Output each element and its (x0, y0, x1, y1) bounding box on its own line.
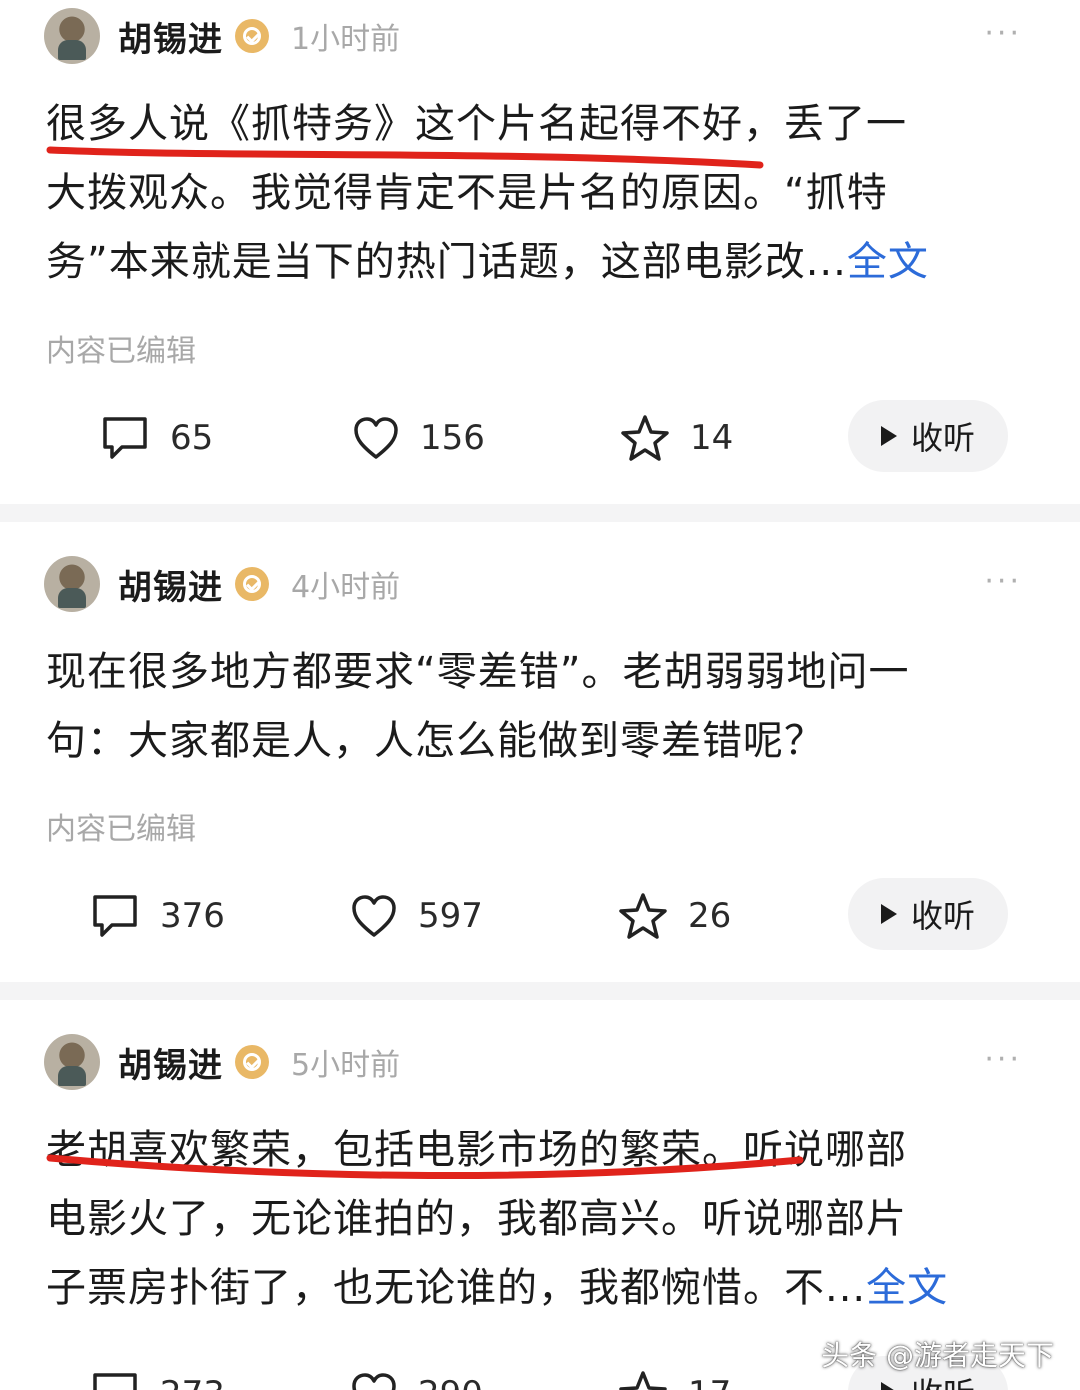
content-line: 电影火了，无论谁拍的，我都高兴。听说哪部片 (46, 1196, 907, 1242)
full-text-link[interactable]: 全文 (847, 239, 929, 285)
edited-label: 内容已编辑 (46, 812, 196, 847)
content-line: 务”本来就是当下的热门话题，这部电影改...全文 (46, 239, 929, 285)
comment-count: 273 (160, 1374, 225, 1390)
edited-label: 内容已编辑 (46, 334, 196, 369)
play-icon (880, 1382, 897, 1390)
verified-badge-icon (235, 19, 269, 53)
post-time: 5小时前 (291, 1048, 401, 1083)
star-icon (621, 415, 669, 461)
like-count: 290 (418, 1374, 483, 1390)
post-separator (0, 982, 1080, 1000)
content-line: 现在很多地方都要求“零差错”。老胡弱弱地问一 (46, 649, 910, 695)
favorite-count: 14 (690, 418, 734, 458)
post-content[interactable]: 现在很多地方都要求“零差错”。老胡弱弱地问一 句：大家都是人，人怎么能做到零差错… (46, 638, 1046, 776)
content-line: 大拨观众。我觉得肯定不是片名的原因。“抓特 (46, 170, 888, 216)
post-card-1: 胡锡进 1小时前 ··· 很多人说《抓特务》这个片名起得不好，丢了一 大拨观众。… (0, 0, 1080, 506)
post-content[interactable]: 老胡喜欢繁荣，包括电影市场的繁荣。听说哪部 电影火了，无论谁拍的，我都高兴。听说… (46, 1116, 1046, 1323)
heart-icon (352, 895, 396, 937)
star-icon (619, 1371, 667, 1390)
post-header: 胡锡进 1小时前 (44, 0, 400, 72)
post-card-2: 胡锡进 4小时前 ··· 现在很多地方都要求“零差错”。老胡弱弱地问一 句：大家… (0, 548, 1080, 984)
star-icon (619, 893, 667, 939)
avatar[interactable] (44, 556, 100, 612)
post-header: 胡锡进 5小时前 (44, 1026, 400, 1098)
listen-label: 收听 (910, 419, 975, 457)
author-name[interactable]: 胡锡进 (118, 1038, 223, 1087)
comment-button[interactable]: 273 (90, 1356, 225, 1390)
like-button[interactable]: 597 (350, 878, 483, 954)
like-button[interactable]: 156 (352, 400, 485, 476)
like-count: 597 (418, 896, 483, 936)
avatar[interactable] (44, 8, 100, 64)
author-name[interactable]: 胡锡进 (118, 560, 223, 609)
comment-icon (93, 895, 137, 937)
content-line: 子票房扑街了，也无论谁的，我都惋惜。不...全文 (46, 1265, 949, 1311)
action-bar: 376 597 26 收听 (0, 878, 1080, 954)
avatar[interactable] (44, 1034, 100, 1090)
play-icon (880, 904, 897, 924)
comment-icon (93, 1373, 137, 1390)
more-options-icon[interactable]: ··· (984, 16, 1022, 51)
favorite-button[interactable]: 14 (620, 400, 733, 476)
heart-icon (354, 417, 398, 459)
listen-label: 收听 (910, 897, 975, 935)
comment-button[interactable]: 376 (90, 878, 225, 954)
comment-count: 376 (160, 896, 225, 936)
listen-button[interactable]: 收听 (848, 878, 1008, 950)
post-time: 1小时前 (291, 22, 401, 57)
content-line: 很多人说《抓特务》这个片名起得不好，丢了一 (46, 101, 907, 147)
favorite-button[interactable]: 26 (618, 878, 731, 954)
content-line: 老胡喜欢繁荣，包括电影市场的繁荣。听说哪部 (46, 1127, 907, 1173)
comment-count: 65 (170, 418, 214, 458)
listen-button[interactable]: 收听 (848, 400, 1008, 472)
post-separator (0, 504, 1080, 522)
play-icon (880, 426, 897, 446)
action-bar: 65 156 14 收听 (0, 400, 1080, 476)
more-options-icon[interactable]: ··· (984, 1042, 1022, 1077)
post-time: 4小时前 (291, 570, 401, 605)
heart-icon (352, 1373, 396, 1390)
favorite-count: 26 (688, 896, 732, 936)
favorite-button[interactable]: 17 (618, 1356, 731, 1390)
verified-badge-icon (235, 1045, 269, 1079)
like-count: 156 (420, 418, 485, 458)
content-line: 句：大家都是人，人怎么能做到零差错呢？ (46, 718, 825, 764)
comment-button[interactable]: 65 (100, 400, 213, 476)
full-text-link[interactable]: 全文 (866, 1265, 948, 1311)
author-name[interactable]: 胡锡进 (118, 12, 223, 61)
verified-badge-icon (235, 567, 269, 601)
more-options-icon[interactable]: ··· (984, 564, 1022, 599)
favorite-count: 17 (688, 1374, 731, 1390)
post-content[interactable]: 很多人说《抓特务》这个片名起得不好，丢了一 大拨观众。我觉得肯定不是片名的原因。… (46, 90, 1046, 297)
watermark: 头条 @游者走天下 (821, 1339, 1054, 1372)
post-header: 胡锡进 4小时前 (44, 548, 400, 620)
like-button[interactable]: 290 (350, 1356, 483, 1390)
comment-icon (103, 417, 147, 459)
